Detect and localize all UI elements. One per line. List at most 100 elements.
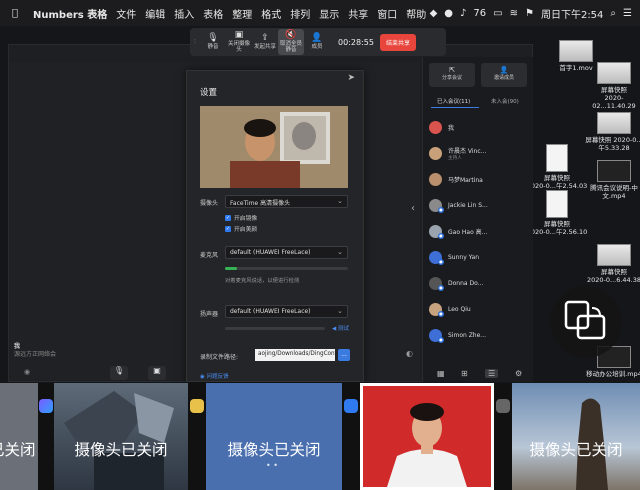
menu-organize[interactable]: 整理: [232, 6, 252, 21]
participant-row[interactable]: ● Donna Do...: [429, 273, 529, 293]
file-thumbnail: [546, 144, 568, 172]
menu-app-name[interactable]: Numbers 表格: [33, 6, 107, 21]
speaker-view-icon[interactable]: ▦: [437, 369, 445, 378]
volume-icon[interactable]: ♪: [460, 8, 466, 19]
share-button[interactable]: ⇪ 发起共享: [252, 33, 278, 50]
mic-label: 麦克风: [200, 252, 219, 259]
tab-pending[interactable]: 未入会(90): [491, 97, 519, 105]
participants-panel: ⇱ 分享会议 👤 邀请成员 已入会议(11) 未入会(90) 我许晨杰 Vinc…: [422, 57, 533, 382]
list-view-icon[interactable]: ☰: [485, 369, 499, 378]
wechat-icon[interactable]: ●: [444, 8, 453, 19]
feedback-icon: ◉: [200, 374, 205, 380]
beauty-checkbox[interactable]: ✓ 开启美颜: [225, 224, 257, 233]
menu-edit[interactable]: 编辑: [145, 6, 165, 21]
wifi-icon[interactable]: ≋: [510, 8, 518, 19]
chevron-down-icon: ⌄: [337, 197, 343, 205]
end-share-button[interactable]: 结束共享: [379, 33, 416, 51]
participant-row[interactable]: ● Sunny Yan: [429, 247, 529, 267]
apple-icon[interactable]: : [12, 8, 24, 19]
grid-view-icon[interactable]: ⊞: [461, 369, 468, 378]
avatar: ●: [429, 302, 444, 317]
menu-insert[interactable]: 插入: [174, 6, 194, 21]
scroll-right-icon[interactable]: ◐: [406, 349, 413, 358]
camera-icon: ▣: [234, 30, 244, 40]
participant-row[interactable]: ● Leo Qiu: [429, 299, 529, 319]
self-status: 源远方正网络会: [14, 350, 57, 358]
desktop-file[interactable]: 屏幕快照 2020-02...11.40.29: [583, 62, 640, 110]
dock-app-icon: [496, 399, 510, 413]
menu-view[interactable]: 显示: [319, 6, 339, 21]
screen-record-float-button[interactable]: [550, 286, 622, 358]
speaker-test-button[interactable]: ◀ 测试: [332, 324, 349, 332]
settings-gear-icon[interactable]: ⚙: [515, 369, 522, 378]
unmute-all-button[interactable]: 🔇 取消全员静音: [278, 29, 304, 55]
browse-button[interactable]: ...: [338, 349, 350, 361]
tab-joined[interactable]: 已入会议(11): [437, 97, 470, 105]
desktop-file[interactable]: 屏幕快照 2020-0...午5.33.28: [583, 112, 640, 152]
notification-icon[interactable]: ☰: [623, 8, 632, 19]
menu-window[interactable]: 窗口: [377, 6, 397, 21]
file-thumbnail: [597, 244, 631, 266]
participant-row[interactable]: ● Simon Zhe...: [429, 325, 529, 345]
battery-icon[interactable]: ▭: [493, 8, 502, 19]
checkbox-checked-icon: ✓: [225, 225, 231, 232]
menu-share[interactable]: 共享: [348, 6, 368, 21]
menu-format[interactable]: 格式: [261, 6, 281, 21]
record-path-input[interactable]: aojing/Downloads/DingConference: [255, 349, 335, 361]
participant-name: Jackie Lin S...: [448, 201, 488, 209]
menu-help[interactable]: 帮助: [406, 6, 426, 21]
bottom-camera-button[interactable]: ▣: [148, 366, 166, 380]
desktop-file[interactable]: 屏幕快照 2020-0...午2.56.10: [526, 190, 588, 236]
member-icon: 👤: [311, 33, 323, 44]
participant-row[interactable]: ● Jackie Lin S...: [429, 195, 529, 215]
speaker-select[interactable]: default (HUAWEI FreeLace) ⌄: [225, 305, 348, 318]
menu-arrange[interactable]: 排列: [290, 6, 310, 21]
mirror-checkbox[interactable]: ✓ 开启镜像: [225, 213, 257, 222]
participant-row[interactable]: 我: [429, 117, 529, 137]
video-tile[interactable]: 摄像头已关闭: [54, 383, 188, 490]
settings-title: 设置: [200, 88, 218, 98]
video-tile-active[interactable]: [360, 383, 494, 490]
avatar: ●: [429, 276, 444, 291]
person-background-image: [576, 398, 608, 490]
dingtalk-icon[interactable]: ◆: [430, 8, 438, 19]
file-thumbnail: [597, 62, 631, 84]
search-icon[interactable]: ⌕: [610, 8, 616, 19]
mic-hint: 对着麦克风说话，以便进行检测: [225, 278, 300, 284]
participant-row[interactable]: 许晨杰 Vinc... 主持人: [429, 143, 529, 163]
share-meeting-button[interactable]: ⇱ 分享会议: [429, 63, 475, 87]
camera-label: 摄像头: [200, 200, 219, 207]
cursor-icon: ➤: [347, 73, 355, 83]
participant-row[interactable]: ● Gao Hao 高...: [429, 221, 529, 241]
invite-members-button[interactable]: 👤 邀请成员: [481, 63, 527, 87]
video-tile[interactable]: 摄像头已关闭 • •: [206, 383, 342, 490]
robot-background-image: [64, 391, 174, 490]
members-button[interactable]: 👤 成员: [304, 33, 330, 50]
participant-name: Simon Zhe...: [448, 331, 487, 339]
desktop-file[interactable]: 屏幕快照 2020-0...6.44.38: [583, 244, 640, 284]
video-tile[interactable]: 摄像头已关闭: [0, 383, 38, 490]
desktop-file[interactable]: 屏幕快照 2020-0...午2.54.03: [526, 144, 588, 190]
collapse-panel-icon[interactable]: ‹: [411, 203, 415, 214]
video-strip: 摄像头已关闭 摄像头已关闭 摄像头已关闭 • •: [0, 383, 640, 490]
mute-button[interactable]: 🎙 静音: [200, 33, 226, 50]
camera-select[interactable]: FaceTime 高清摄像头 ⌄: [225, 195, 348, 208]
feedback-link[interactable]: ◉ 问题反馈: [200, 372, 229, 380]
avatar: ●: [429, 198, 444, 213]
file-thumbnail: [597, 112, 631, 134]
bottom-mic-button[interactable]: 🎙: [110, 366, 128, 380]
muted-mic-icon: ●: [438, 336, 444, 343]
signal-icon: ◉: [24, 368, 31, 376]
flag-icon[interactable]: ⚑: [525, 8, 534, 19]
drag-handle-icon[interactable]: ⋮: [190, 39, 200, 45]
menu-table[interactable]: 表格: [203, 6, 223, 21]
menu-file[interactable]: 文件: [116, 6, 136, 21]
speaker-icon: ◀: [332, 326, 337, 332]
camera-off-button[interactable]: ▣ 关闭摄像头: [226, 30, 252, 53]
participant-row[interactable]: 马梦Martina: [429, 169, 529, 189]
desktop-file[interactable]: 腾讯会议说明-中文.mp4: [583, 160, 640, 200]
mic-select[interactable]: default (HUAWEI FreeLace) ⌄: [225, 246, 348, 259]
clock[interactable]: 周日下午2:54: [541, 6, 603, 21]
video-tile[interactable]: 摄像头已关闭: [512, 383, 640, 490]
siri-icon: [39, 399, 53, 413]
